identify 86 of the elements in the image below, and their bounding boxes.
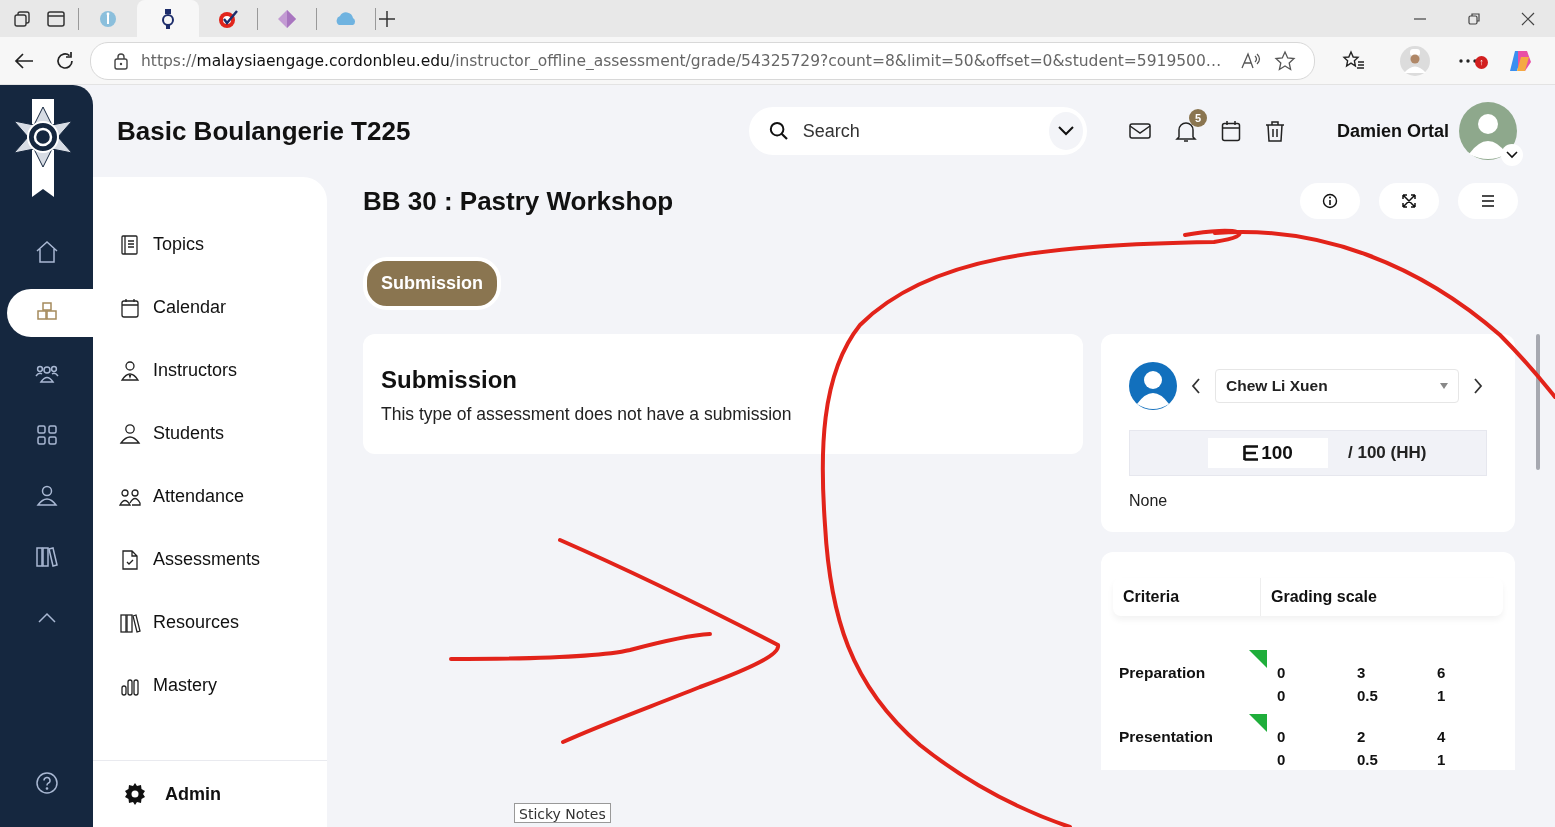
info-button[interactable] <box>1300 183 1360 219</box>
scale-points: 6 <box>1437 664 1447 681</box>
user-name[interactable]: Damien Ortal <box>1336 120 1449 142</box>
address-bar[interactable]: https://malaysiaengage.cordonbleu.edu/instructor_offline_assessment/grade/54325729?count=8&limit=50&offset=0&student=5919500… <box>90 41 1315 80</box>
trash-icon[interactable] <box>1264 120 1285 142</box>
student-avatar-icon <box>1129 362 1177 410</box>
scale-points: 2 <box>1357 728 1367 745</box>
scrollbar-thumb[interactable] <box>1536 334 1540 470</box>
document-check-icon <box>119 548 141 571</box>
books-icon <box>33 544 60 570</box>
crest-icon <box>160 7 176 30</box>
page-title: BB 30 : Pastry Workshop <box>363 185 674 217</box>
criterion-name: Preparation <box>1118 663 1207 682</box>
criterion-name: Presentation <box>1118 727 1214 746</box>
scale-weight: 1 <box>1437 687 1447 704</box>
calendar-icon <box>119 296 141 319</box>
submission-text: This type of assessment does not have a submission <box>381 404 793 425</box>
scale-weight: 0 <box>1277 687 1287 704</box>
tab-actions-icon[interactable] <box>12 8 32 29</box>
user-menu-caret-icon[interactable] <box>1501 144 1523 166</box>
search-dropdown-button[interactable] <box>1048 112 1083 150</box>
info-icon <box>1322 193 1338 209</box>
grade-out-of: / 100 (HH) <box>1348 443 1427 463</box>
calendar-icon[interactable] <box>1220 120 1241 142</box>
instructor-icon <box>119 359 141 382</box>
refresh-icon[interactable] <box>54 49 76 72</box>
column-header: Grading scale <box>1270 588 1377 606</box>
admin-button[interactable]: Admin <box>93 760 327 827</box>
diamond-icon <box>276 7 298 30</box>
menu-button[interactable] <box>1458 183 1518 219</box>
cloud-icon <box>334 9 358 28</box>
grade-comment: None <box>1129 492 1169 510</box>
fullscreen-button[interactable] <box>1379 183 1439 219</box>
read-aloud-icon[interactable] <box>1240 50 1262 71</box>
grade-field[interactable]: 100 <box>1208 438 1328 468</box>
chevron-down-icon <box>1056 125 1075 137</box>
gear-icon <box>123 782 147 806</box>
sidebar-item[interactable]: Instructors <box>119 339 327 402</box>
sidebar-item[interactable]: Mastery <box>119 654 327 717</box>
vertical-tabs-icon[interactable] <box>46 8 66 29</box>
star-icon[interactable] <box>1274 49 1296 72</box>
student-select[interactable]: Chew Li Xuen <box>1215 369 1459 403</box>
more-icon[interactable] <box>1458 57 1478 64</box>
sidebar-item[interactable]: Students <box>119 402 327 465</box>
tooltip: Sticky Notes <box>514 803 611 823</box>
update-badge: ↑ <box>1475 55 1488 69</box>
book-icon <box>119 233 141 256</box>
caret-icon <box>1440 383 1448 389</box>
scale-weight: 0.5 <box>1357 687 1379 704</box>
corner-flag-icon <box>1249 650 1267 668</box>
scale-points: 4 <box>1437 728 1447 745</box>
notification-badge: 5 <box>1188 109 1207 127</box>
new-tab-icon[interactable] <box>378 9 396 28</box>
mail-icon[interactable] <box>1128 122 1151 140</box>
scale-weight: 1 <box>1437 751 1447 768</box>
profile-avatar-icon[interactable] <box>1400 45 1430 76</box>
corner-flag-icon <box>1249 714 1267 732</box>
search-icon <box>768 120 789 142</box>
favorites-icon[interactable] <box>1342 49 1366 72</box>
search-field[interactable]: Search <box>748 107 1087 155</box>
submission-heading: Submission <box>381 366 519 394</box>
lock-icon <box>113 51 129 70</box>
scale-points: 3 <box>1357 664 1367 681</box>
grade-list-icon <box>1243 445 1260 461</box>
browser-tab[interactable] <box>137 0 199 37</box>
rail-item[interactable] <box>7 289 93 337</box>
menu-icon <box>1480 194 1496 208</box>
scale-points: 0 <box>1277 664 1287 681</box>
books-icon <box>119 611 141 634</box>
sidebar-item[interactable]: Calendar <box>119 276 327 339</box>
column-header: Criteria <box>1113 578 1261 616</box>
url-text: https://malaysiaengage.cordonbleu.edu/instructor_offline_assessment/grade/54325729?count=8&limit=50&offset=0&student=5919500… <box>141 51 1223 70</box>
scale-points: 0 <box>1277 728 1287 745</box>
search-input[interactable]: Search <box>800 119 1037 143</box>
scale-weight: 0 <box>1277 751 1287 768</box>
bell-icon[interactable] <box>1174 119 1197 143</box>
info-icon <box>98 8 118 29</box>
sidebar-item[interactable]: Topics <box>119 213 327 276</box>
expand-icon <box>1401 193 1417 209</box>
course-title: Basic Boulangerie T225 <box>117 115 411 147</box>
sidebar-item[interactable]: Resources <box>119 591 327 654</box>
submission-tab[interactable]: Submission <box>363 257 501 310</box>
sidebar-item[interactable]: Assessments <box>119 528 327 591</box>
person-icon <box>119 422 141 445</box>
sidebar-item[interactable]: Attendance <box>119 465 327 528</box>
scale-weight: 0.5 <box>1357 751 1379 768</box>
